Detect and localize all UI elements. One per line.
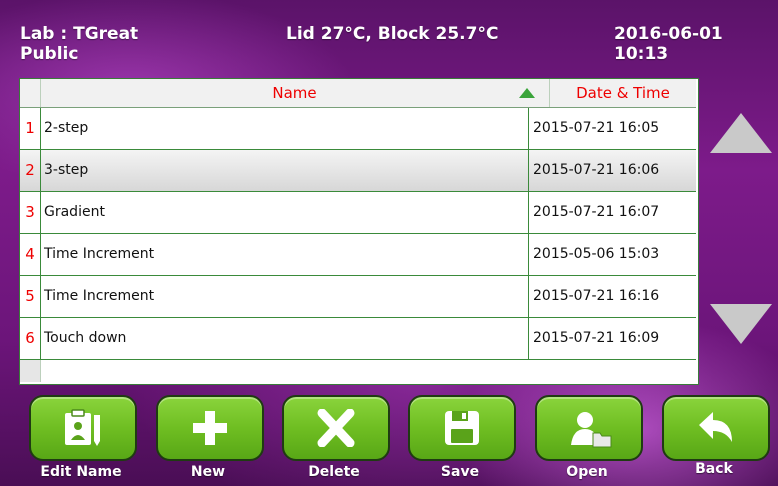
plus-icon [193,411,227,445]
open-button[interactable] [535,395,643,461]
back-label: Back [695,461,733,477]
scroll-up-icon[interactable] [710,113,772,153]
name-column-title: Name [272,84,317,102]
protocol-table: Name Date & Time 1 2-step 2015-07-21 16:… [19,78,699,385]
table-row[interactable]: 1 2-step 2015-07-21 16:05 [20,108,696,150]
row-index: 1 [20,108,41,149]
save-label: Save [440,464,480,480]
lab-name: Lab : TGreat [20,24,139,44]
table-row[interactable]: 5 Time Increment 2015-07-21 16:16 [20,276,696,318]
row-datetime: 2015-07-21 16:09 [528,318,696,359]
row-index: 5 [20,276,41,317]
datetime-column-title: Date & Time [576,84,670,102]
row-name: 3-step [44,162,89,178]
floppy-disk-icon [445,411,479,445]
temperature-readout: Lid 27°C, Block 25.7°C [286,24,499,44]
index-column-header [20,79,41,107]
row-name: Time Increment [44,246,155,262]
table-header: Name Date & Time [20,79,696,108]
empty-row-area [20,360,41,382]
row-name: 2-step [44,120,89,136]
row-index: 2 [20,150,41,191]
row-datetime: 2015-07-21 16:06 [528,150,696,191]
row-datetime: 2015-07-21 16:16 [528,276,696,317]
row-name: Touch down [44,330,127,346]
edit-name-label: Edit Name [40,464,122,480]
x-icon [317,409,355,447]
clock-datetime: 2016-06-01 10:13 [614,24,723,64]
name-column-header[interactable]: Name [40,79,550,107]
table-row[interactable]: 3 Gradient 2015-07-21 16:07 [20,192,696,234]
table-row[interactable]: 6 Touch down 2015-07-21 16:09 [20,318,696,360]
edit-name-icon [65,409,100,446]
scroll-down-icon[interactable] [710,304,772,344]
table-row-selected[interactable]: 2 3-step 2015-07-21 16:06 [20,150,696,192]
row-datetime: 2015-07-21 16:07 [528,192,696,233]
back-arrow-icon [699,412,732,442]
row-index: 3 [20,192,41,233]
save-button[interactable] [408,395,516,461]
sort-ascending-icon [519,88,535,98]
open-label: Open [566,464,608,480]
user-folder-icon [571,412,612,448]
datetime-column-header[interactable]: Date & Time [550,79,696,107]
row-datetime: 2015-05-06 15:03 [528,234,696,275]
table-row[interactable]: 4 Time Increment 2015-05-06 15:03 [20,234,696,276]
delete-button[interactable] [282,395,390,461]
back-button[interactable] [662,395,770,461]
delete-label: Delete [308,464,360,480]
folder-name: Public [20,44,79,64]
row-name: Gradient [44,204,105,220]
edit-name-button[interactable] [29,395,137,461]
new-button[interactable] [156,395,264,461]
row-index: 6 [20,318,41,359]
row-datetime: 2015-07-21 16:05 [528,108,696,149]
new-label: New [190,464,226,480]
row-index: 4 [20,234,41,275]
row-name: Time Increment [44,288,155,304]
